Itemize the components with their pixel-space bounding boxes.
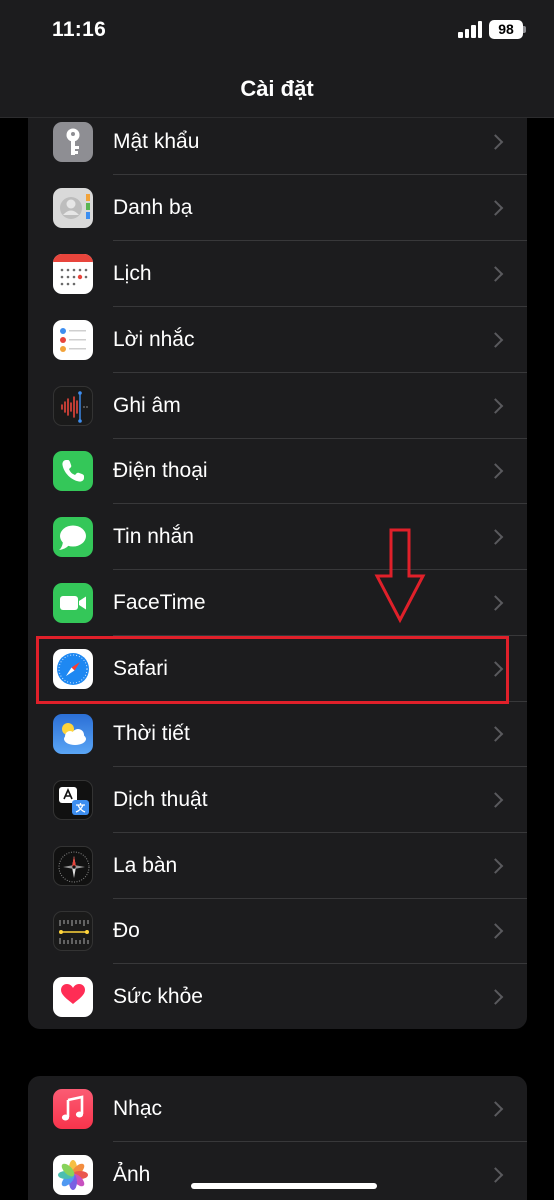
chevron-right-icon [487,266,504,282]
settings-row-music[interactable]: Nhạc [28,1076,527,1142]
row-label: Danh bạ [113,196,193,219]
settings-row-messages[interactable]: Tin nhắn [28,504,527,570]
chevron-right-icon [487,923,504,939]
settings-row-passwords[interactable]: Mật khẩu [28,118,527,175]
row-label: Mật khẩu [113,130,200,153]
row-label: Thời tiết [113,722,190,745]
chevron-right-icon [487,1101,504,1117]
compass-icon [53,846,93,886]
chevron-right-icon [487,529,504,545]
settings-row-weather[interactable]: Thời tiết [28,701,527,767]
settings-row-photos[interactable]: Ảnh [28,1142,527,1200]
chevron-right-icon [487,792,504,808]
reminders-icon [53,320,93,360]
row-label: FaceTime [113,591,206,614]
page-title: Cài đặt [240,76,314,101]
battery-tip [523,26,526,33]
chevron-right-icon [487,1167,504,1183]
health-heart-icon [53,977,93,1017]
chevron-right-icon [487,398,504,414]
settings-row-phone[interactable]: Điện thoại [28,438,527,504]
chevron-right-icon [487,200,504,216]
battery-icon: 98 [489,20,523,39]
down-arrow-annotation-icon [374,528,426,624]
weather-icon [53,714,93,754]
row-label: Nhạc [113,1097,163,1120]
phone-icon [53,451,93,491]
row-label: Điện thoại [113,459,208,482]
settings-row-health[interactable]: Sức khỏe [28,964,527,1029]
row-label: Sức khỏe [113,985,203,1008]
messages-icon [53,517,93,557]
chevron-right-icon [487,463,504,479]
settings-row-compass[interactable]: La bàn [28,833,527,899]
row-label: Dịch thuật [113,788,208,811]
chevron-right-icon [487,726,504,742]
row-label: Ghi âm [113,394,181,417]
row-label: Ảnh [113,1163,151,1186]
settings-row-facetime[interactable]: FaceTime [28,570,527,636]
status-time: 11:16 [52,18,107,41]
settings-row-voice-memos[interactable]: Ghi âm [28,373,527,439]
row-label: Đo [113,919,140,942]
settings-row-measure[interactable]: Đo [28,898,527,964]
chevron-right-icon [487,595,504,611]
home-indicator[interactable] [191,1183,377,1189]
settings-row-contacts[interactable]: Danh bạ [28,175,527,241]
settings-group-media: Nhạc Ảnh [28,1076,527,1200]
settings-row-translate[interactable]: Dịch thuật [28,767,527,833]
settings-row-calendar[interactable]: Lịch [28,241,527,307]
settings-row-reminders[interactable]: Lời nhắc [28,307,527,373]
safari-highlight-annotation [36,636,509,704]
translate-icon [53,780,93,820]
row-label: Lời nhắc [113,328,195,351]
chevron-right-icon [487,134,504,150]
cellular-signal-icon [458,21,482,38]
battery-level: 98 [498,21,514,37]
contacts-icon [53,188,93,228]
row-label: Lịch [113,262,152,285]
row-label: Tin nhắn [113,525,194,548]
chevron-right-icon [487,989,504,1005]
voice-memos-waveform-icon [53,386,93,426]
navigation-bar: Cài đặt [0,60,554,118]
passwords-key-icon [53,122,93,162]
measure-ruler-icon [53,911,93,951]
facetime-camera-icon [53,583,93,623]
chevron-right-icon [487,858,504,874]
status-bar: 11:16 98 [0,0,554,60]
row-label: La bàn [113,854,178,877]
calendar-icon [53,254,93,294]
chevron-right-icon [487,332,504,348]
settings-group-apps: Mật khẩu Danh bạ Lịch Lời nhắc Ghi âm Đi… [28,118,527,1029]
photos-icon [53,1155,93,1195]
music-note-icon [53,1089,93,1129]
